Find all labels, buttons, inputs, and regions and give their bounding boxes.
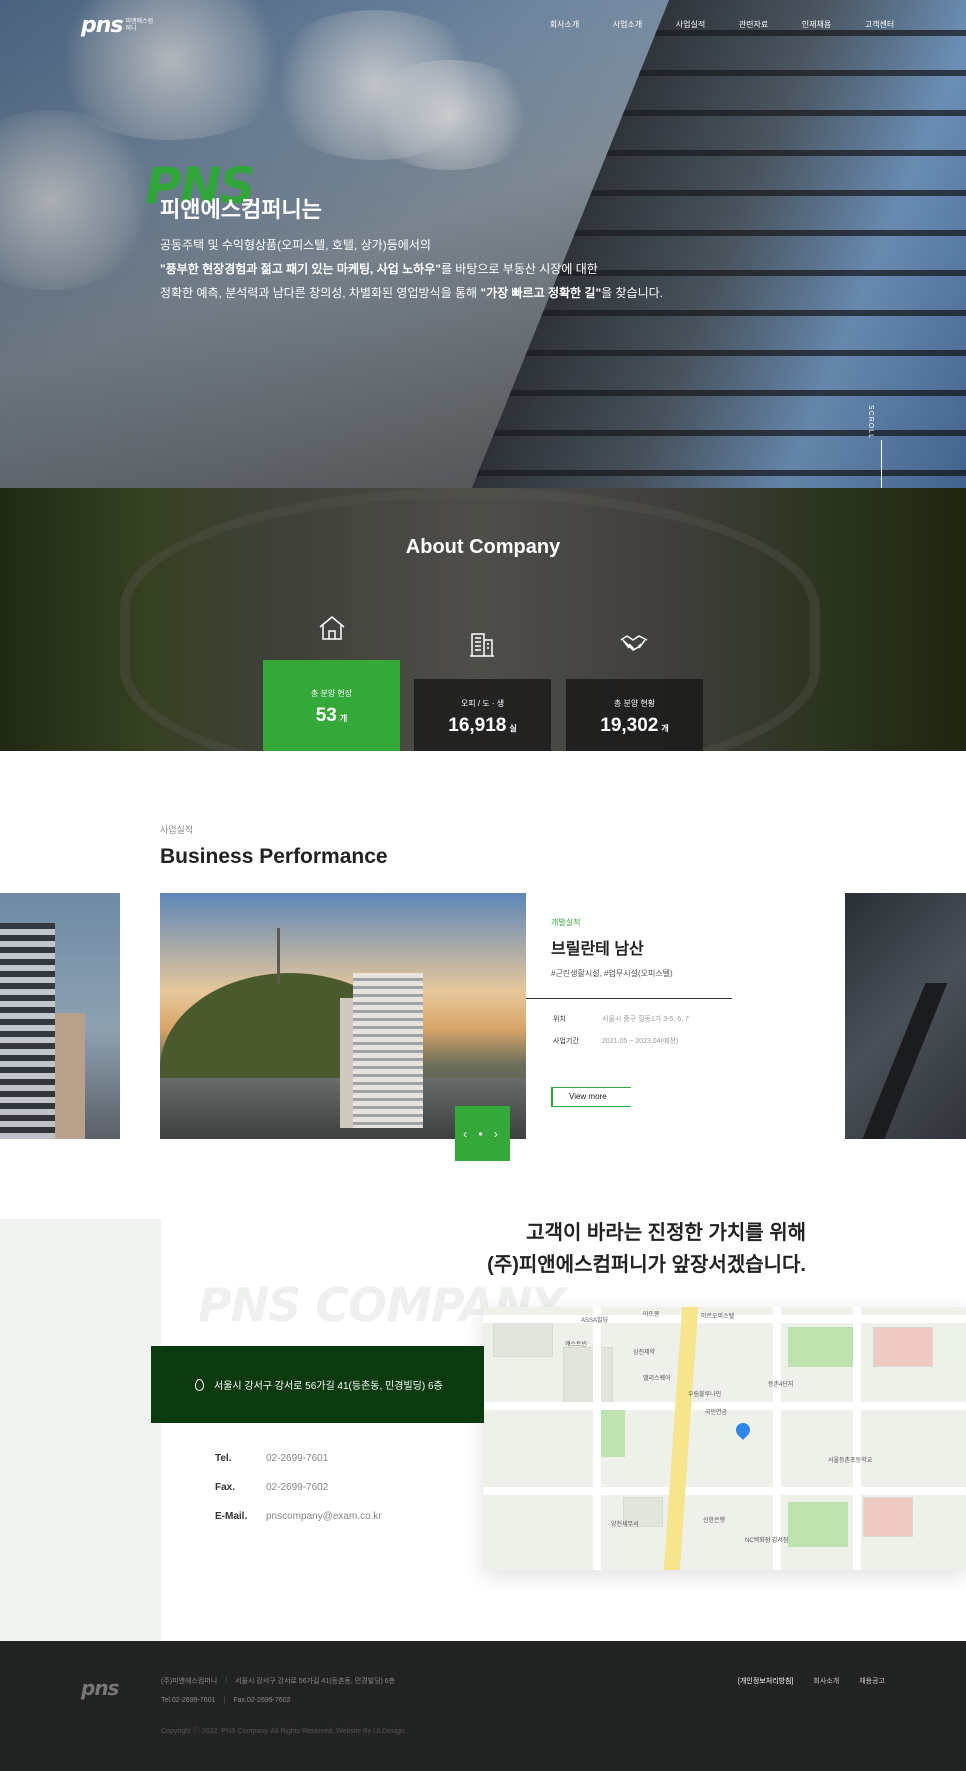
footer-link-company[interactable]: 회사소개 xyxy=(813,1676,839,1686)
hero-desc-line2: "풍부한 현장경험과 젊고 패기 있는 마케팅, 사업 노하우"를 바탕으로 부… xyxy=(160,262,598,276)
house-icon xyxy=(319,616,345,640)
project-category: 개발실적 xyxy=(551,918,581,927)
business-kicker: 사업실적 xyxy=(160,825,194,835)
stat-label: 오피 / 도 · 생 xyxy=(460,699,505,708)
footer-company-info: (주)피앤에스컴퍼니 | 서울시 강서구 강서로 56가길 41(등촌동, 민경빌딩… xyxy=(161,1676,396,1685)
location-pin-icon xyxy=(195,1378,204,1391)
project-divider xyxy=(526,998,732,999)
building-icon xyxy=(470,633,494,657)
hero-desc-line1: 공동주택 및 수익형상품(오피스텔, 호텔, 상가)등에서의 xyxy=(160,238,431,252)
nav-item-business[interactable]: 사업소개 xyxy=(596,19,659,30)
hero-description: 공동주택 및 수익형상품(오피스텔, 호텔, 상가)등에서의 "풍부한 현장경험… xyxy=(160,233,663,305)
stat-sales-status[interactable]: 총 분양 현황 19,302 개 xyxy=(566,679,703,751)
contact-tel-row: Tel. 02-2699-7601 xyxy=(215,1453,329,1464)
map-marker-icon[interactable] xyxy=(733,1420,753,1440)
contact-fax-row: Fax. 02-2699-7602 xyxy=(215,1482,329,1493)
slide-next-image[interactable] xyxy=(845,893,966,1139)
nav-item-company[interactable]: 회사소개 xyxy=(533,19,596,30)
handshake-icon xyxy=(620,635,648,651)
about-title: About Company xyxy=(405,536,561,558)
nav-item-performance[interactable]: 사업실적 xyxy=(659,19,722,30)
stat-sales-sites[interactable]: 총 분양 현장 53 개 xyxy=(263,660,400,751)
email-link[interactable]: pnscompany@exam.co.kr xyxy=(266,1511,382,1522)
project-name: 브릴란테 남산 xyxy=(551,941,644,958)
hero-title: 피앤에스컴퍼니는 xyxy=(160,197,322,222)
footer-logo-mark: pns xyxy=(81,1676,119,1700)
footer-contact-info: Tel.02-2699-7601 | Fax.02-2699-7602 xyxy=(161,1697,291,1704)
logo-mark: pns xyxy=(81,13,124,38)
footer-link-privacy[interactable]: [개인정보처리방침] xyxy=(738,1676,793,1686)
about-section: About Company 총 분양 현장 53 개 오피 / 도 · 생 16,… xyxy=(0,488,966,751)
stat-value: 16,918 실 xyxy=(448,715,517,736)
footer-link-recruit[interactable]: 채용공고 xyxy=(859,1676,885,1686)
footer xyxy=(0,1641,966,1771)
hero-desc-line3: 정확한 예측, 분석력과 남다른 창의성, 차별화된 영업방식을 통해 "가장 … xyxy=(160,286,664,300)
header-logo[interactable]: pns 피앤에스컴퍼니 xyxy=(81,13,154,38)
address-text: 서울시 강서구 강서로 56가길 41(등촌동, 민경빌딩) 6층 xyxy=(214,1381,443,1392)
footer-links: [개인정보처리방침] 회사소개 채용공고 xyxy=(738,1676,885,1686)
scroll-line xyxy=(881,440,882,488)
project-photo xyxy=(160,893,526,1139)
project-location-row: 위치 서울시 중구 힐동1가 3-5, 6, 7 xyxy=(553,1016,689,1023)
location-map[interactable]: ASSA빌딩 아뜨몽 미르오피스텔 캐스트빈 삼진제약 밸리스퀘어 우림블루나인… xyxy=(483,1307,966,1570)
nav-item-recruit[interactable]: 인재채용 xyxy=(785,19,848,30)
contact-headline: 고객이 바라는 진정한 가치를 위해 (주)피앤에스컴퍼니가 앞장서겠습니다. xyxy=(487,1222,806,1276)
slide-prev-image[interactable] xyxy=(0,893,120,1139)
stat-value: 53 개 xyxy=(315,705,348,726)
project-period-row: 사업기간 2021.05 ~ 2023.04(예정) xyxy=(553,1038,679,1045)
logo-subtext: 피앤에스컴퍼니 xyxy=(125,18,154,32)
stat-value: 19,302 개 xyxy=(600,715,669,736)
scroll-indicator[interactable]: SCROLL xyxy=(867,405,874,439)
stat-label: 총 분양 현황 xyxy=(613,699,656,708)
nav-item-support[interactable]: 고객센터 xyxy=(848,19,911,30)
main-nav: 회사소개 사업소개 사업실적 관련자료 인재채용 고객센터 xyxy=(533,19,911,30)
footer-logo[interactable]: pns xyxy=(81,1676,119,1700)
view-more-button[interactable]: View more xyxy=(551,1087,631,1107)
project-tags: #근린생활시설, #업무시설(오피스텔) xyxy=(551,969,673,978)
address-box: 서울시 강서구 강서로 56가길 41(등촌동, 민경빌딩) 6층 xyxy=(151,1346,484,1423)
stat-officetel[interactable]: 오피 / 도 · 생 16,918 실 xyxy=(414,679,551,751)
footer-copyright: Copyright ⓒ 2022. PNS Company. All Right… xyxy=(161,1728,406,1735)
nav-item-resources[interactable]: 관련자료 xyxy=(722,19,785,30)
contact-email-row: E-Mail. pnscompany@exam.co.kr xyxy=(215,1511,382,1522)
business-title: Business Performance xyxy=(160,845,388,868)
slider-control-button[interactable]: ‹ • › xyxy=(455,1106,510,1161)
stat-label: 총 분양 현장 xyxy=(310,689,353,698)
